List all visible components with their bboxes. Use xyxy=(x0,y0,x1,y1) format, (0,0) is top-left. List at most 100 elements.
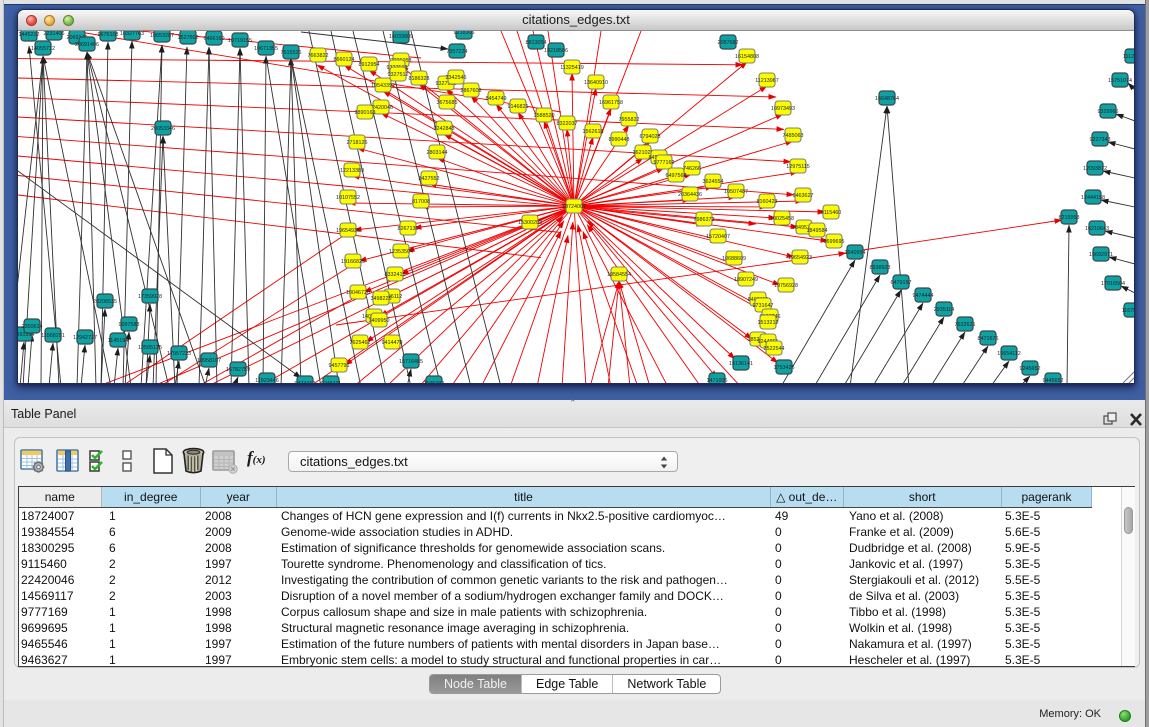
svg-text:8471676: 8471676 xyxy=(978,336,999,342)
svg-text:6497568: 6497568 xyxy=(666,173,687,179)
svg-text:2087682: 2087682 xyxy=(718,40,739,46)
svg-text:8322037: 8322037 xyxy=(557,121,578,127)
svg-text:2342546: 2342546 xyxy=(446,75,467,81)
svg-text:9245652: 9245652 xyxy=(1020,366,1041,372)
svg-text:2718126: 2718126 xyxy=(347,140,368,146)
svg-text:9414479: 9414479 xyxy=(382,340,403,346)
svg-text:1588520: 1588520 xyxy=(534,113,555,119)
svg-text:10507487: 10507487 xyxy=(724,189,748,195)
svg-text:19654935: 19654935 xyxy=(336,228,360,234)
svg-text:9218306: 9218306 xyxy=(454,31,475,36)
svg-text:8660124: 8660124 xyxy=(334,57,355,63)
svg-text:1513212: 1513212 xyxy=(758,320,779,326)
svg-text:16782759: 16782759 xyxy=(226,367,250,373)
svg-text:11213967: 11213967 xyxy=(755,78,779,84)
svg-text:1849584: 1849584 xyxy=(807,228,828,234)
svg-text:6794028: 6794028 xyxy=(640,134,661,140)
svg-text:16033809: 16033809 xyxy=(389,34,413,40)
svg-text:7955822: 7955822 xyxy=(619,117,640,123)
svg-text:12444158: 12444158 xyxy=(1081,195,1105,201)
svg-text:9474444: 9474444 xyxy=(913,293,934,299)
svg-text:2350614: 2350614 xyxy=(22,324,43,330)
svg-text:12505135: 12505135 xyxy=(138,345,162,351)
svg-text:16961758: 16961758 xyxy=(599,100,623,106)
svg-text:8332415: 8332415 xyxy=(385,272,406,278)
svg-text:20053346: 20053346 xyxy=(151,126,175,132)
svg-text:9777169: 9777169 xyxy=(654,160,675,166)
svg-text:10958107: 10958107 xyxy=(197,358,221,364)
svg-text:11325419: 11325419 xyxy=(560,65,584,71)
svg-text:10025458: 10025458 xyxy=(770,216,794,222)
svg-text:3624554: 3624554 xyxy=(703,179,724,185)
svg-text:1753426: 1753426 xyxy=(774,365,795,371)
svg-text:1145194: 1145194 xyxy=(108,338,129,344)
svg-text:10973493: 10973493 xyxy=(771,106,795,112)
svg-text:9115460: 9115460 xyxy=(821,210,842,216)
svg-text:7485063: 7485063 xyxy=(783,133,804,139)
svg-text:2935114: 2935114 xyxy=(934,307,955,313)
svg-text:8160423: 8160423 xyxy=(757,199,778,205)
svg-text:20691406: 20691406 xyxy=(75,42,99,48)
svg-text:8215958: 8215958 xyxy=(1059,215,1080,221)
svg-text:12975115: 12975115 xyxy=(786,164,810,170)
svg-text:19584554: 19584554 xyxy=(607,272,631,278)
svg-text:8267130: 8267130 xyxy=(398,226,419,232)
svg-text:8938923: 8938923 xyxy=(870,265,891,271)
svg-text:10046728: 10046728 xyxy=(346,290,370,296)
svg-text:10653287: 10653287 xyxy=(150,33,174,39)
svg-text:817008: 817008 xyxy=(412,199,430,205)
svg-text:1445212: 1445212 xyxy=(19,32,40,38)
svg-text:9699695: 9699695 xyxy=(824,239,845,245)
svg-text:9731647: 9731647 xyxy=(753,303,774,309)
svg-text:1167534: 1167534 xyxy=(1122,308,1134,314)
svg-text:7663822: 7663822 xyxy=(308,53,329,59)
svg-text:1527602: 1527602 xyxy=(178,35,199,41)
svg-text:18724007: 18724007 xyxy=(562,204,586,210)
svg-text:17359928: 17359928 xyxy=(138,294,162,300)
svg-text:9327512: 9327512 xyxy=(388,72,409,78)
svg-text:17957223: 17957223 xyxy=(167,351,191,357)
svg-text:8427552: 8427552 xyxy=(419,176,440,182)
svg-text:10543392: 10543392 xyxy=(371,83,395,89)
svg-text:15720407: 15720407 xyxy=(706,234,730,240)
svg-text:10671355: 10671355 xyxy=(254,46,278,52)
svg-text:2803144: 2803144 xyxy=(427,150,448,156)
svg-text:15692971: 15692971 xyxy=(1089,252,1113,258)
svg-text:9445652: 9445652 xyxy=(1043,378,1064,383)
svg-text:3498225: 3498225 xyxy=(371,296,392,302)
svg-text:2867608: 2867608 xyxy=(461,88,482,94)
svg-text:3675685: 3675685 xyxy=(437,100,458,106)
svg-text:18907249: 18907249 xyxy=(734,277,758,283)
svg-text:9457791: 9457791 xyxy=(329,363,350,369)
svg-text:13640910: 13640910 xyxy=(584,80,608,86)
svg-text:15716485: 15716485 xyxy=(399,359,423,365)
svg-text:6479197: 6479197 xyxy=(891,280,912,286)
svg-text:10688609: 10688609 xyxy=(722,256,746,262)
svg-text:16210643: 16210643 xyxy=(1085,226,1109,232)
svg-text:12093872: 12093872 xyxy=(1083,166,1107,172)
svg-text:1409950: 1409950 xyxy=(369,318,390,324)
svg-text:8454749: 8454749 xyxy=(486,96,507,102)
svg-text:8186328: 8186328 xyxy=(409,76,430,82)
svg-text:8990448: 8990448 xyxy=(609,137,630,143)
svg-text:9245111: 9245111 xyxy=(321,381,341,383)
svg-text:1562615: 1562615 xyxy=(583,129,604,135)
svg-text:20206535: 20206535 xyxy=(93,299,117,305)
svg-text:10719155: 10719155 xyxy=(228,38,252,44)
svg-text:9890163: 9890163 xyxy=(355,110,376,116)
svg-text:1196234: 1196234 xyxy=(424,381,445,383)
svg-text:1112674: 1112674 xyxy=(1123,54,1134,60)
svg-text:2522544: 2522544 xyxy=(764,346,785,352)
svg-text:10107552: 10107552 xyxy=(336,195,360,201)
svg-text:2231406: 2231406 xyxy=(44,31,65,37)
svg-text:15136141: 15136141 xyxy=(729,361,753,367)
svg-text:9227343: 9227343 xyxy=(1090,137,1111,143)
svg-text:746266: 746266 xyxy=(683,166,701,172)
svg-text:9463627: 9463627 xyxy=(793,193,814,199)
svg-text:12353504: 12353504 xyxy=(389,249,413,255)
svg-text:9474212: 9474212 xyxy=(295,381,316,383)
svg-text:19756928: 19756928 xyxy=(774,283,798,289)
svg-text:9146821: 9146821 xyxy=(508,104,529,110)
svg-text:12213389: 12213389 xyxy=(340,168,364,174)
svg-text:14055712: 14055712 xyxy=(31,46,55,52)
